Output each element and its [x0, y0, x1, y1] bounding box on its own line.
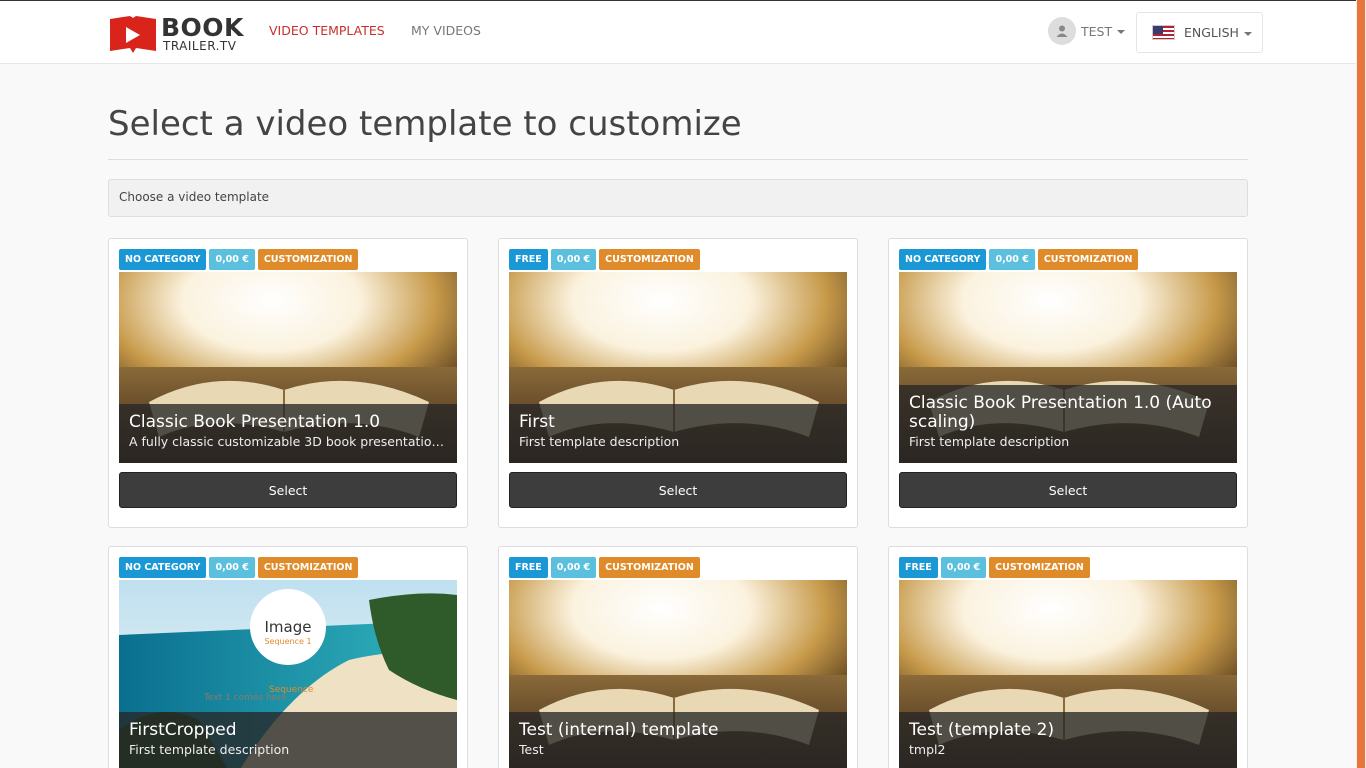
thumbnail-caption: Classic Book Presentation 1.0 (Auto scal… [899, 385, 1237, 463]
template-title: First [519, 412, 555, 432]
template-description: First template description [129, 742, 290, 757]
template-card: FREE 0,00 € CUSTOMIZATION First First te… [498, 238, 858, 528]
template-description: tmpl2 [909, 742, 946, 757]
caret-down-icon [1117, 30, 1126, 34]
template-description: First template description [909, 434, 1070, 449]
template-description: First template description [519, 434, 680, 449]
thumbnail-caption: FirstCropped First template description [119, 712, 457, 768]
category-badge: FREE [899, 557, 938, 578]
page-title: Select a video template to customize [108, 104, 742, 144]
category-badge: FREE [509, 557, 548, 578]
overlay-title: Image [265, 618, 312, 636]
scrollbar-thumb[interactable] [1357, 0, 1365, 768]
customization-badge: CUSTOMIZATION [1037, 249, 1139, 270]
template-thumbnail[interactable]: Test (internal) template Test [509, 580, 847, 768]
customization-badge: CUSTOMIZATION [599, 557, 700, 578]
user-menu[interactable]: TEST [1048, 16, 1126, 46]
template-title: Test (template 2) [909, 720, 1055, 740]
template-title: Test (internal) template [519, 720, 719, 740]
select-button[interactable]: Select [509, 472, 847, 508]
price-badge: 0,00 € [989, 249, 1035, 270]
select-button[interactable]: Select [119, 472, 457, 508]
customization-badge: CUSTOMIZATION [257, 249, 359, 270]
template-card: NO CATEGORY 0,00 € CUSTOMIZATION Classic… [888, 238, 1248, 528]
navbar: BOOK TRAILER.TV VIDEO TEMPLATES MY VIDEO… [0, 0, 1356, 64]
template-thumbnail[interactable]: Image Sequence 1 Sequence Text 1 comes h… [119, 580, 457, 768]
category-badge: FREE [509, 249, 548, 270]
customization-badge: CUSTOMIZATION [989, 557, 1090, 578]
template-filter-bar[interactable]: Choose a video template [108, 179, 1248, 217]
language-dropdown[interactable]: ENGLISH [1136, 12, 1263, 53]
user-label: TEST [1081, 23, 1113, 39]
overlay-text: Text 1 comes here [203, 693, 287, 703]
thumbnail-caption: First First template description [509, 404, 847, 463]
template-thumbnail[interactable]: First First template description [509, 272, 847, 463]
price-badge: 0,00 € [550, 557, 597, 578]
template-title: FirstCropped [129, 720, 237, 740]
template-description: Test [519, 742, 544, 757]
overlay-subtitle: Sequence 1 [264, 637, 311, 646]
logo-word-book: BOOK [161, 13, 244, 42]
template-thumbnail[interactable]: Classic Book Presentation 1.0 A fully cl… [119, 272, 457, 463]
thumbnail-caption: Test (internal) template Test [509, 712, 847, 768]
thumbnail-caption: Test (template 2) tmpl2 [899, 712, 1237, 768]
play-book-icon [110, 16, 156, 53]
price-badge: 0,00 € [940, 557, 987, 578]
nav-my-videos[interactable]: MY VIDEOS [411, 23, 481, 38]
customization-badge: CUSTOMIZATION [599, 249, 700, 270]
nav-video-templates[interactable]: VIDEO TEMPLATES [269, 23, 385, 38]
price-badge: 0,00 € [209, 249, 255, 270]
category-badge: NO CATEGORY [119, 249, 207, 270]
template-card: NO CATEGORY 0,00 € CUSTOMIZATION Image S… [108, 546, 468, 768]
price-badge: 0,00 € [550, 249, 597, 270]
select-button[interactable]: Select [899, 472, 1237, 508]
template-card: FREE 0,00 € CUSTOMIZATION Test (template… [888, 546, 1248, 768]
thumbnail-caption: Classic Book Presentation 1.0 A fully cl… [119, 404, 457, 463]
template-title: Classic Book Presentation 1.0 [129, 412, 381, 432]
language-label: ENGLISH [1184, 25, 1239, 40]
template-description: A fully classic customizable 3D book pre… [129, 434, 447, 449]
category-badge: NO CATEGORY [899, 249, 987, 270]
customization-badge: CUSTOMIZATION [257, 557, 359, 578]
template-thumbnail[interactable]: Classic Book Presentation 1.0 (Auto scal… [899, 272, 1237, 463]
category-badge: NO CATEGORY [119, 557, 207, 578]
us-flag-icon [1152, 25, 1175, 40]
price-badge: 0,00 € [209, 557, 255, 578]
caret-down-icon [1243, 31, 1252, 36]
logo-word-trailer: TRAILER.TV [163, 39, 237, 53]
booktrailer-logo[interactable]: BOOK TRAILER.TV [108, 13, 248, 55]
template-thumbnail[interactable]: Test (template 2) tmpl2 [899, 580, 1237, 768]
template-card: FREE 0,00 € CUSTOMIZATION Test (internal… [498, 546, 858, 768]
template-card: NO CATEGORY 0,00 € CUSTOMIZATION Classic… [108, 238, 468, 528]
divider [108, 159, 1248, 160]
template-title: Classic Book Presentation 1.0 (Auto scal… [909, 393, 1212, 432]
user-icon [1048, 17, 1076, 45]
